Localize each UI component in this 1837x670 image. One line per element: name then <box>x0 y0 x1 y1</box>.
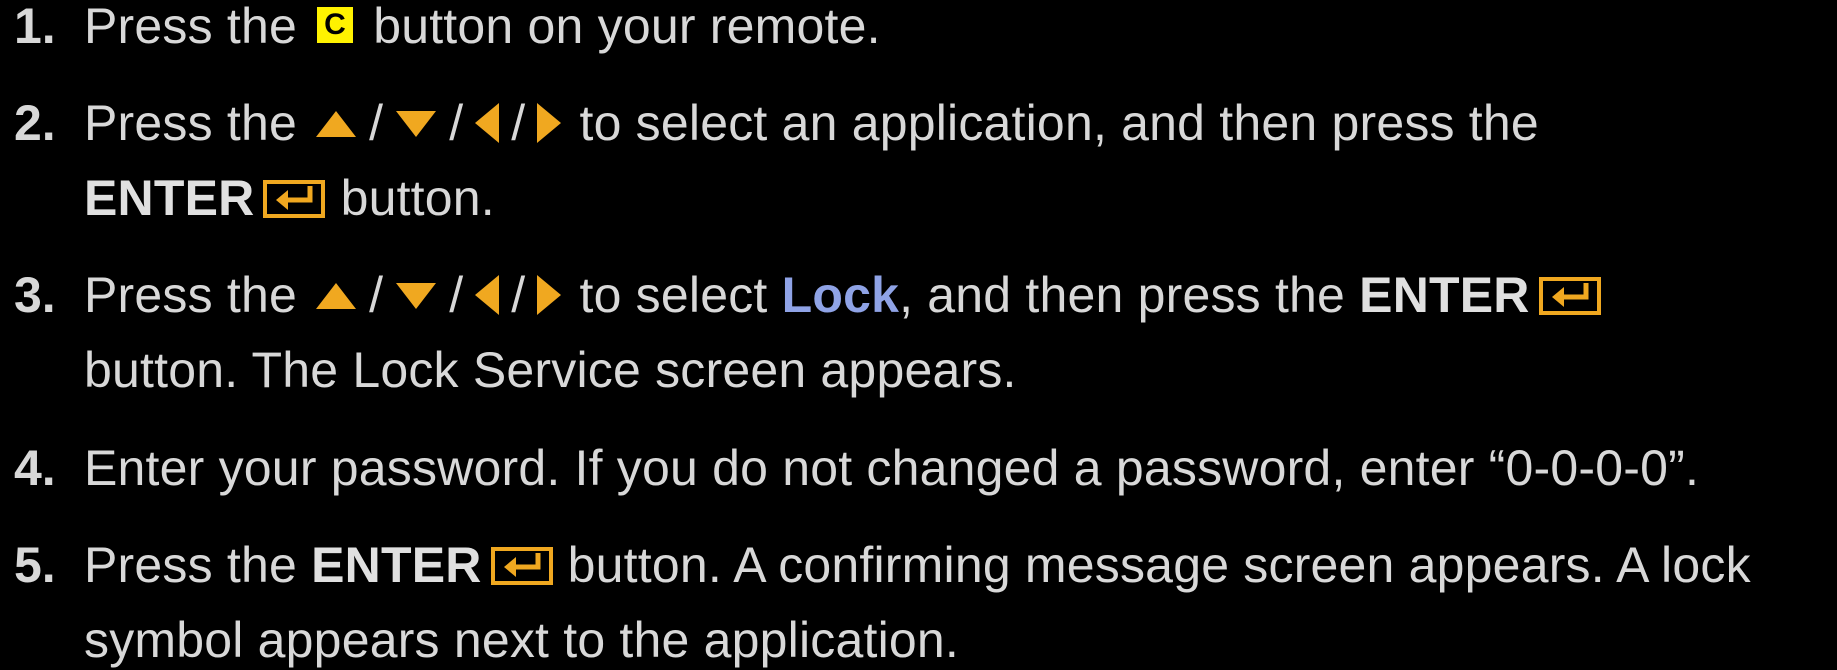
step-text: Press the <box>84 95 298 151</box>
enter-label: ENTER <box>1359 267 1530 323</box>
left-arrow-icon <box>475 274 500 315</box>
step-5-line-2: symbol appears next to the application. <box>84 610 959 670</box>
step-text: symbol appears next to the application. <box>84 612 959 668</box>
lock-highlight: Lock <box>781 267 900 323</box>
right-arrow-icon <box>537 102 562 143</box>
step-number: 3. <box>14 267 56 323</box>
enter-icon <box>490 546 553 585</box>
step-2-line-1: Press the / / / to select an application, … <box>84 93 1539 153</box>
enter-icon <box>1538 276 1601 315</box>
up-arrow-icon <box>316 282 357 309</box>
separator: / <box>369 267 384 323</box>
down-arrow-icon <box>396 282 437 309</box>
separator: / <box>449 95 464 151</box>
right-arrow-icon <box>537 274 562 315</box>
step-number: 1. <box>14 0 56 54</box>
left-arrow-icon <box>475 102 500 143</box>
step-text: , and then press the <box>899 267 1346 323</box>
step-2-line-2: ENTER button. <box>84 168 495 228</box>
step-text: Press the <box>84 0 298 54</box>
step-number: 2. <box>14 95 56 151</box>
step-text: button on your remote. <box>373 0 881 54</box>
step-4-line-1: Enter your password. If you do not chang… <box>84 438 1699 498</box>
step-text: Press the <box>84 267 298 323</box>
enter-label: ENTER <box>84 170 255 226</box>
enter-label: ENTER <box>311 537 482 593</box>
step-text: to select <box>579 267 768 323</box>
enter-icon <box>263 179 326 218</box>
step-text: button. <box>340 170 495 226</box>
separator: / <box>449 267 464 323</box>
step-5-line-1: Press the ENTER button. A confirming mes… <box>84 535 1751 595</box>
up-arrow-icon <box>316 110 357 137</box>
step-3-line-2: button. The Lock Service screen appears. <box>84 340 1017 400</box>
separator: / <box>369 95 384 151</box>
step-number: 5. <box>14 537 56 593</box>
step-3-line-1: Press the / / / to select Lock, and then p… <box>84 265 1602 325</box>
step-text: to select an application, and then press… <box>579 95 1539 151</box>
step-text: Enter your password. If you do not chang… <box>84 440 1700 496</box>
c-button-icon: C <box>317 6 354 43</box>
step-1-line-1: Press the C button on your remote. <box>84 0 881 56</box>
step-text: button. A confirming message screen appe… <box>567 537 1751 593</box>
step-text: button. The Lock Service screen appears. <box>84 342 1017 398</box>
down-arrow-icon <box>396 110 437 137</box>
separator: / <box>511 267 526 323</box>
step-text: Press the <box>84 537 298 593</box>
separator: / <box>511 95 526 151</box>
step-number: 4. <box>14 440 56 496</box>
